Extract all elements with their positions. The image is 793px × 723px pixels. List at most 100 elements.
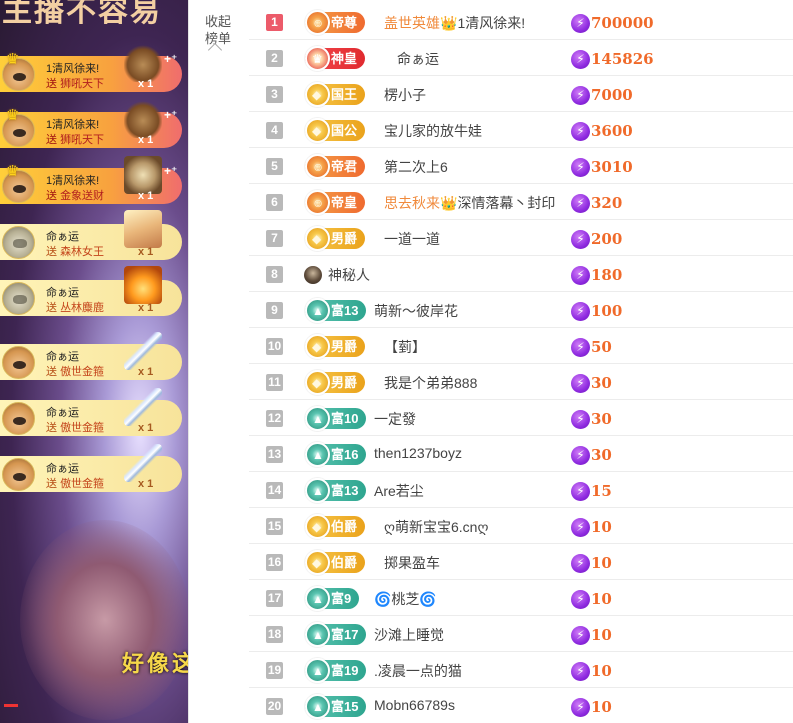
username[interactable]: 沙滩上睡觉 xyxy=(374,625,444,645)
lightning-icon: ⚡ xyxy=(571,265,590,285)
ranking-row[interactable]: 8 神秘人 ⚡ 180 xyxy=(249,256,793,292)
score: ⚡ 7000 xyxy=(571,84,633,106)
username[interactable]: 楞小子 xyxy=(384,85,426,105)
username[interactable]: Mobn66789s xyxy=(374,697,455,713)
username[interactable]: 萌新～彼岸花 xyxy=(374,301,458,321)
lightning-icon: ⚡ xyxy=(571,409,590,429)
ranking-row[interactable]: 4 ◆ 国公 宝儿家的放牛娃 ⚡ 3600 xyxy=(249,112,793,148)
level-badge: ◆ 国王 xyxy=(305,82,366,107)
avatar[interactable] xyxy=(2,458,35,491)
crown-icon: ♛ xyxy=(6,163,20,180)
score-value: 10 xyxy=(591,662,612,680)
username[interactable]: 宝儿家的放牛娃 xyxy=(384,121,482,141)
ranking-row[interactable]: 2 ♛ 神皇 命ぁ运 ⚡ 145826 xyxy=(249,40,793,76)
gift-message: 命ぁ运送 森林女王 x 1 xyxy=(0,210,182,260)
ranking-row[interactable]: 20 ▲ 富15 Mobn66789s ⚡ 10 xyxy=(249,688,793,723)
score-value: 10 xyxy=(591,518,612,536)
avatar[interactable] xyxy=(2,346,35,379)
ranking-row[interactable]: 6 ☺ 帝皇 思去秋来👑深情落幕丶封印 ⚡ 320 xyxy=(249,184,793,220)
badge-glyph-icon: ▲ xyxy=(312,448,324,462)
score: ⚡ 10 xyxy=(571,588,612,610)
ranking-row[interactable]: 15 ◆ 伯爵 ღ萌新宝宝6.cnღ ⚡ 10 xyxy=(249,508,793,544)
ranking-row[interactable]: 14 ▲ 富13 Are若尘 ⚡ 15 xyxy=(249,472,793,508)
username[interactable]: 我是个弟弟888 xyxy=(384,373,477,393)
level-badge: ▲ 富17 xyxy=(305,622,367,647)
badge-label: 富15 xyxy=(331,699,359,714)
username[interactable]: 一定發 xyxy=(374,409,416,429)
score-value: 200 xyxy=(591,230,623,248)
badge-glyph-icon: ▲ xyxy=(312,412,324,426)
gift-send-label: 送 xyxy=(46,366,57,378)
ranking-row[interactable]: 9 ▲ 富13 萌新～彼岸花 ⚡ 100 xyxy=(249,292,793,328)
avatar[interactable] xyxy=(2,402,35,435)
rank-number: 9 xyxy=(266,302,283,319)
ranking-row[interactable]: 7 ◆ 男爵 一道一道 ⚡ 200 xyxy=(249,220,793,256)
rank-number: 7 xyxy=(266,230,283,247)
ranking-row[interactable]: 11 ◆ 男爵 我是个弟弟888 ⚡ 30 xyxy=(249,364,793,400)
username[interactable]: 盖世英雄👑1清风徐来! xyxy=(384,13,525,33)
badge-label: 富9 xyxy=(331,591,352,606)
lightning-icon: ⚡ xyxy=(571,553,590,573)
rank-number: 14 xyxy=(266,482,283,499)
ranking-row[interactable]: 12 ▲ 富10 一定發 ⚡ 30 xyxy=(249,400,793,436)
gift-message: 命ぁ运送 丛林麋鹿 x 1 xyxy=(0,266,182,316)
ranking-row[interactable]: 13 ▲ 富16 then1237boyz ⚡ 30 xyxy=(249,436,793,472)
username[interactable]: .凌晨一点的猫 xyxy=(374,661,462,681)
score: ⚡ 100 xyxy=(571,300,622,322)
level-badge: ▲ 富16 xyxy=(305,442,367,467)
score-value: 180 xyxy=(591,266,623,284)
ranking-row[interactable]: 1 ☺ 帝尊 盖世英雄👑1清风徐来! ⚡ 700000 xyxy=(249,4,793,40)
badge-label: 富10 xyxy=(331,411,359,426)
score: ⚡ 700000 xyxy=(571,12,654,34)
rank-number: 6 xyxy=(266,194,283,211)
lightning-icon: ⚡ xyxy=(571,625,590,645)
username[interactable]: 思去秋来👑深情落幕丶封印 xyxy=(384,193,555,213)
gift-item-name: 丛林麋鹿 xyxy=(60,302,105,314)
collapse-ranking-button[interactable]: 收起榜单 xyxy=(203,13,233,47)
username[interactable]: 神秘人 xyxy=(328,265,370,285)
sparkle-icon: +⁺ xyxy=(164,164,178,178)
ranking-row[interactable]: 3 ◆ 国王 楞小子 ⚡ 7000 xyxy=(249,76,793,112)
rank-number: 16 xyxy=(266,554,283,571)
gift-send-label: 送 xyxy=(46,190,57,202)
level-badge: ▲ 富10 xyxy=(305,406,367,431)
ranking-row[interactable]: 5 ☺ 帝君 第二次上6 ⚡ 3010 xyxy=(249,148,793,184)
score: ⚡ 15 xyxy=(571,480,612,502)
ranking-row[interactable]: 18 ▲ 富17 沙滩上睡觉 ⚡ 10 xyxy=(249,616,793,652)
level-badge: ◆ 男爵 xyxy=(305,370,366,395)
stream-title: 主播不容易 xyxy=(2,0,162,29)
gift-sender-name: 命ぁ运 xyxy=(46,231,79,243)
username[interactable]: 掷果盈车 xyxy=(384,553,440,573)
badge-label: 富17 xyxy=(331,627,359,642)
avatar[interactable] xyxy=(2,226,35,259)
ranking-panel: 收起榜单 1 ☺ 帝尊 盖世英雄👑1清风徐来! ⚡ 700000 2 ♛ 神皇 命ぁ运 ⚡ 14582… xyxy=(188,0,793,723)
badge-label: 富16 xyxy=(331,447,359,462)
avatar[interactable] xyxy=(2,282,35,315)
rank-number: 13 xyxy=(266,446,283,463)
badge-glyph-icon: ☺ xyxy=(312,16,325,30)
username[interactable]: 命ぁ运 xyxy=(397,49,439,69)
username[interactable]: 【菿】 xyxy=(384,337,426,357)
score-value: 3600 xyxy=(591,122,633,140)
gift-item-name: 傲世金箍 xyxy=(60,478,105,490)
lightning-icon: ⚡ xyxy=(571,697,590,717)
username[interactable]: 一道一道 xyxy=(384,229,440,249)
username[interactable]: Are若尘 xyxy=(374,481,424,501)
ranking-row[interactable]: 10 ◆ 男爵 【菿】 ⚡ 50 xyxy=(249,328,793,364)
score: ⚡ 30 xyxy=(571,372,612,394)
username[interactable]: ღ萌新宝宝6.cnღ xyxy=(384,517,488,537)
badge-glyph-icon: ♛ xyxy=(312,52,323,66)
username[interactable]: 第二次上6 xyxy=(384,157,448,177)
gift-send-label: 送 xyxy=(46,478,57,490)
ranking-row[interactable]: 16 ◆ 伯爵 掷果盈车 ⚡ 10 xyxy=(249,544,793,580)
username-title: 盖世英雄👑 xyxy=(384,15,458,31)
badge-label: 男爵 xyxy=(331,339,358,354)
crown-icon: ♛ xyxy=(6,107,20,124)
score: ⚡ 3600 xyxy=(571,120,633,142)
live-video-area[interactable]: 主播不容易 ♛ 1清风徐来! 送 狮吼天下 +⁺ x 1 ♛ 1清风徐来! 送 狮吼天下 +⁺ x… xyxy=(0,0,188,723)
score: ⚡ 3010 xyxy=(571,156,633,178)
username[interactable]: 🌀桃芝🌀 xyxy=(374,589,437,609)
ranking-row[interactable]: 19 ▲ 富19 .凌晨一点的猫 ⚡ 10 xyxy=(249,652,793,688)
username[interactable]: then1237boyz xyxy=(374,445,462,461)
ranking-row[interactable]: 17 ▲ 富9 🌀桃芝🌀 ⚡ 10 xyxy=(249,580,793,616)
